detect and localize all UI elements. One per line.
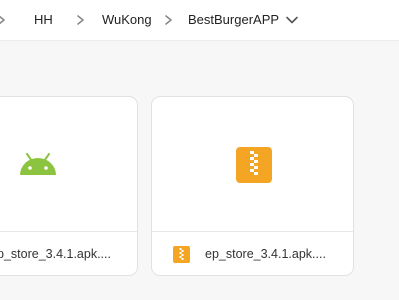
file-name: p_store_3.4.1.apk.... [0,247,111,261]
file-card[interactable]: ep_store_3.4.1.apk.... [151,96,354,276]
chevron-right-icon [0,10,10,30]
file-name: ep_store_3.4.1.apk.... [205,247,326,261]
file-card-footer: ep_store_3.4.1.apk.... [152,232,353,275]
breadcrumb-item-wukong[interactable]: WuKong [102,10,152,30]
file-browser: HH WuKong BestBurgerAPP p_store_3.4.1.ap… [0,0,399,300]
zip-file-icon [236,147,272,183]
file-card-footer: p_store_3.4.1.apk.... [0,232,137,275]
breadcrumb-item-bestburgerapp[interactable]: BestBurgerAPP [188,10,279,30]
android-icon [18,153,58,177]
breadcrumb: HH WuKong BestBurgerAPP [0,0,399,41]
file-preview [0,97,137,231]
chevron-down-icon[interactable] [284,10,300,30]
zip-file-icon [173,246,190,263]
chevron-right-icon [73,10,89,30]
file-card[interactable]: p_store_3.4.1.apk.... [0,96,138,276]
breadcrumb-item-hh[interactable]: HH [34,10,53,30]
file-preview [152,97,353,231]
chevron-right-icon [161,10,177,30]
